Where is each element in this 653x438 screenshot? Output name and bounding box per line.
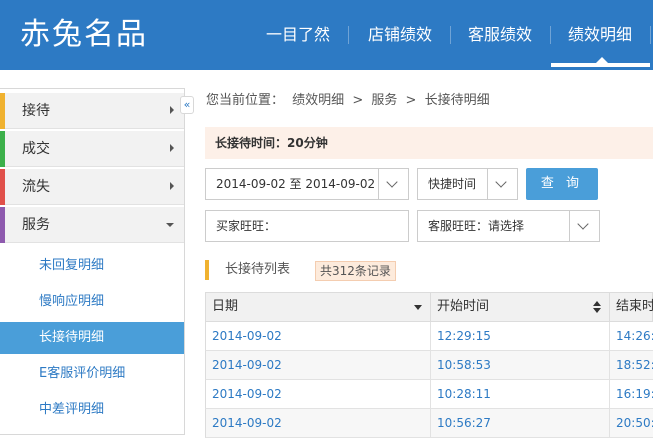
cell-end-time[interactable]: 16:19: [610,380,653,408]
breadcrumb-item[interactable]: 绩效明细 [292,93,344,108]
long-reception-threshold-notice: 长接待时间：20分钟 [205,127,653,159]
category-color-bar [0,207,5,243]
nav-separator [650,26,651,44]
nav-item-overview[interactable]: 一目了然 [260,0,336,70]
chevron-down-icon[interactable] [378,169,408,199]
quick-time-value: 快捷时间 [428,177,477,191]
service-wangwang-value: 客服旺旺：请选择 [428,219,525,233]
table-header: 日期 开始时间 结束时 [205,292,653,322]
app-logo[interactable]: 赤兔名品 [20,14,148,56]
column-header-date[interactable]: 日期 [206,293,431,321]
sidebar-category-label: 服务 [22,217,50,233]
table-row[interactable]: 2014-09-02 10:28:11 16:19: [205,380,653,409]
category-color-bar [0,93,5,129]
column-header-start-time[interactable]: 开始时间 [431,293,610,321]
cell-start-time[interactable]: 10:58:53 [431,351,610,379]
date-range-select[interactable]: 2014-09-02 至 2014-09-02 [205,168,409,200]
cell-date[interactable]: 2014-09-02 [206,409,431,437]
chevron-down-icon[interactable] [569,211,599,241]
sidebar-category-reception[interactable]: 接待 [0,93,184,129]
query-button[interactable]: 查 询 [526,168,598,200]
sort-icon[interactable] [593,301,601,313]
table-row[interactable]: 2014-09-02 10:56:27 20:50: [205,409,653,438]
chevron-down-icon[interactable] [487,169,517,199]
sidebar-item-slow-response[interactable]: 慢响应明细 [0,286,184,318]
nav-separator [348,26,349,44]
column-header-label: 开始时间 [437,299,490,314]
sidebar-item-no-reply[interactable]: 未回复明细 [0,250,184,282]
breadcrumb-prefix: 您当前位置： [206,93,285,108]
nav-item-service-performance[interactable]: 客服绩效 [462,0,538,70]
cell-date[interactable]: 2014-09-02 [206,351,431,379]
cell-end-time[interactable]: 18:52: [610,351,653,379]
sidebar-item-negative-review[interactable]: 中差评明细 [0,394,184,426]
service-wangwang-select[interactable]: 客服旺旺：请选择 [417,210,600,242]
nav-separator [450,26,451,44]
table-row[interactable]: 2014-09-02 12:29:15 14:26: [205,322,653,351]
nav-active-indicator [551,63,650,67]
date-range-value: 2014-09-02 至 2014-09-02 [216,177,376,191]
sidebar-category-deal[interactable]: 成交 [0,131,184,167]
nav-item-shop-performance[interactable]: 店铺绩效 [362,0,438,70]
chevron-right-icon [170,182,174,190]
sort-desc-icon[interactable] [414,305,422,310]
cell-end-time[interactable]: 14:26: [610,322,653,350]
list-title-bar [205,260,209,280]
cell-end-time[interactable]: 20:50: [610,409,653,437]
buyer-wangwang-input[interactable]: 买家旺旺： [205,210,409,242]
category-color-bar [0,131,5,167]
sidebar-category-label: 成交 [22,141,50,157]
breadcrumb-item[interactable]: 服务 [371,93,397,108]
sidebar-category-label: 接待 [22,103,50,119]
cell-start-time[interactable]: 10:28:11 [431,380,610,408]
breadcrumb-separator: > [405,93,417,108]
chevron-right-icon [170,144,174,152]
cell-date[interactable]: 2014-09-02 [206,322,431,350]
breadcrumb-separator: > [352,93,364,108]
nav-active-arrow-icon [596,57,608,63]
breadcrumb: 您当前位置： 绩效明细 > 服务 > 长接待明细 [206,92,494,110]
column-header-label: 结束时 [616,299,653,314]
top-header: 赤兔名品 一目了然 店铺绩效 客服绩效 绩效明细 [0,0,653,70]
chevron-right-icon [170,106,174,114]
sidebar: 接待 成交 流失 服务 未回复明细 慢响应明细 长接待明细 E客服评价明细 中差… [0,88,185,435]
buyer-wangwang-label: 买家旺旺： [216,219,277,233]
chevron-down-icon [166,223,174,227]
category-color-bar [0,169,5,205]
sidebar-category-churn[interactable]: 流失 [0,169,184,205]
nav-separator [550,26,551,44]
sidebar-category-label: 流失 [22,179,50,195]
column-header-end-time[interactable]: 结束时 [610,293,653,321]
sidebar-collapse-icon[interactable]: « [180,96,194,114]
column-header-label: 日期 [212,299,239,314]
table-row[interactable]: 2014-09-02 10:58:53 18:52: [205,351,653,380]
sidebar-category-service[interactable]: 服务 [0,207,184,243]
breadcrumb-item-current: 长接待明细 [424,93,490,108]
record-count-badge: 共312条记录 [315,261,396,281]
sidebar-item-e-service-rating[interactable]: E客服评价明细 [0,358,184,390]
sidebar-item-long-reception[interactable]: 长接待明细 [0,322,184,354]
cell-start-time[interactable]: 10:56:27 [431,409,610,437]
cell-start-time[interactable]: 12:29:15 [431,322,610,350]
cell-date[interactable]: 2014-09-02 [206,380,431,408]
quick-time-select[interactable]: 快捷时间 [417,168,518,200]
list-title-text: 长接待列表 [225,262,291,277]
